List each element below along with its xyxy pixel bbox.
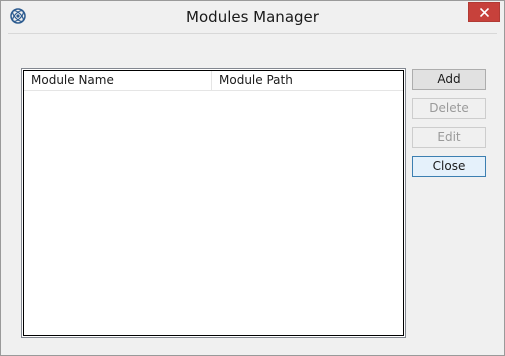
list-header: Module Name Module Path	[24, 71, 403, 91]
edit-button[interactable]: Edit	[412, 127, 486, 148]
delete-button[interactable]: Delete	[412, 98, 486, 119]
modules-manager-window: Modules Manager Module Name Module Path …	[0, 0, 505, 356]
add-button[interactable]: Add	[412, 69, 486, 90]
client-area-divider	[8, 33, 497, 34]
modules-list-focus-frame: Module Name Module Path	[23, 70, 404, 336]
column-header-module-name[interactable]: Module Name	[24, 71, 212, 90]
close-button[interactable]: Close	[412, 156, 486, 177]
close-icon	[480, 8, 489, 17]
column-header-module-path[interactable]: Module Path	[212, 71, 402, 90]
title-bar[interactable]: Modules Manager	[1, 1, 504, 33]
window-title: Modules Manager	[186, 8, 319, 26]
window-close-button[interactable]	[468, 2, 500, 22]
modules-list[interactable]: Module Name Module Path	[21, 68, 406, 338]
